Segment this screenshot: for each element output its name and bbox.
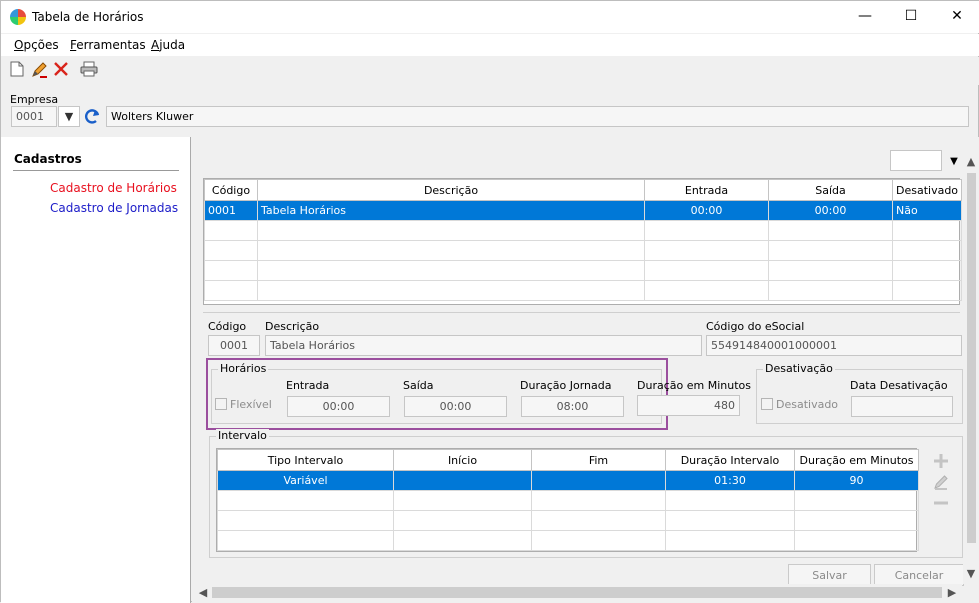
descricao-field[interactable]: Tabela Horários: [265, 335, 702, 356]
new-document-icon[interactable]: [7, 61, 27, 81]
table-cell: 01:30: [665, 470, 795, 491]
scrollbar-thumb[interactable]: [212, 587, 942, 598]
horarios-table: Código Descrição Entrada Saída Desativad…: [203, 178, 962, 305]
entrada-label: Entrada: [286, 379, 330, 392]
duracao-minutos-field[interactable]: 480: [637, 395, 740, 416]
horarios-group-title: Horários: [218, 362, 269, 375]
flexivel-checkbox[interactable]: [215, 398, 227, 410]
esocial-label: Código do eSocial: [706, 320, 805, 333]
add-plus-icon[interactable]: [933, 453, 949, 469]
cancelar-button[interactable]: Cancelar: [874, 564, 964, 586]
descricao-label: Descrição: [265, 320, 320, 333]
column-header[interactable]: Início: [393, 449, 532, 471]
scroll-left-icon[interactable]: ◀: [195, 584, 211, 600]
main-panel: ▼ Código Descrição Entrada Saída Desativ…: [192, 137, 979, 603]
pencil-icon[interactable]: [29, 61, 49, 81]
empresa-dropdown-chevron-icon[interactable]: ▼: [58, 106, 80, 127]
printer-icon[interactable]: [79, 61, 99, 81]
table-cell: 0001: [204, 200, 258, 221]
duracao-jornada-label: Duração Jornada: [520, 379, 612, 392]
edit-pencil-icon[interactable]: [933, 474, 949, 490]
duracao-jornada-field[interactable]: 08:00: [521, 396, 624, 417]
app-icon: [10, 9, 26, 25]
table-row[interactable]: Variável 01:30 90: [217, 470, 919, 491]
table-row[interactable]: [217, 530, 919, 551]
menu-bar: Opções Ferramentas Ajuda: [1, 34, 979, 56]
entrada-field[interactable]: 00:00: [287, 396, 390, 417]
desativacao-group-title: Desativação: [763, 362, 835, 375]
maximize-button[interactable]: ☐: [888, 1, 934, 31]
table-row[interactable]: [217, 510, 919, 531]
data-desativacao-label: Data Desativação: [850, 379, 948, 392]
table-cell: [531, 470, 666, 491]
empresa-label: Empresa: [10, 93, 59, 106]
vertical-scrollbar-thumb[interactable]: [967, 173, 976, 543]
scroll-up-icon[interactable]: ▲: [963, 153, 979, 169]
sidebar-divider: [13, 170, 179, 171]
sidebar-header: Cadastros: [14, 152, 82, 166]
saida-field[interactable]: 00:00: [404, 396, 507, 417]
column-header[interactable]: Entrada: [644, 179, 769, 201]
sidebar-item-cadastro-horarios[interactable]: Cadastro de Horários: [50, 181, 177, 195]
column-header[interactable]: Código: [204, 179, 258, 201]
filter-chevron-down-icon[interactable]: ▼: [944, 151, 964, 171]
sidebar: Cadastros Cadastro de Horários Cadastro …: [1, 137, 191, 603]
column-header[interactable]: Duração Intervalo: [665, 449, 795, 471]
column-header[interactable]: Duração em Minutos: [794, 449, 919, 471]
title-bar: Tabela de Horários — ☐ ✕: [1, 1, 979, 33]
column-header[interactable]: Tipo Intervalo: [217, 449, 394, 471]
column-header[interactable]: Desativado: [892, 179, 962, 201]
table-row[interactable]: [217, 490, 919, 511]
column-header[interactable]: Saída: [768, 179, 893, 201]
salvar-button[interactable]: Salvar: [788, 564, 871, 586]
table-row[interactable]: [204, 240, 962, 261]
table-cell: Não: [892, 200, 962, 221]
table-cell: Variável: [217, 470, 394, 491]
duracao-minutos-label: Duração em Minutos: [637, 379, 751, 392]
table-cell: Tabela Horários: [257, 200, 645, 221]
table-cell: 00:00: [644, 200, 769, 221]
table-row[interactable]: [204, 260, 962, 281]
intervalo-group-title: Intervalo: [216, 429, 269, 442]
data-desativacao-field[interactable]: [851, 396, 953, 417]
remove-minus-icon[interactable]: [933, 495, 949, 511]
table-row[interactable]: 0001 Tabela Horários 00:00 00:00 Não: [204, 200, 962, 221]
menu-ajuda[interactable]: Ajuda: [151, 38, 185, 52]
intervalo-table: Tipo Intervalo Início Fim Duração Interv…: [216, 448, 919, 552]
esocial-field[interactable]: 554914840001000001: [706, 335, 962, 356]
delete-x-icon[interactable]: [51, 61, 71, 81]
menu-opcoes[interactable]: Opções: [14, 38, 59, 52]
menu-ferramentas[interactable]: Ferramentas: [70, 38, 146, 52]
flexivel-label: Flexível: [230, 398, 272, 411]
minimize-button[interactable]: —: [842, 1, 888, 31]
table-cell: [393, 470, 532, 491]
desativado-checkbox[interactable]: [761, 398, 773, 410]
table-cell: 00:00: [768, 200, 893, 221]
codigo-field[interactable]: 0001: [208, 335, 260, 356]
scroll-down-icon[interactable]: ▼: [963, 565, 979, 581]
filter-field[interactable]: [890, 150, 942, 171]
horizontal-scrollbar[interactable]: ◀ ▶: [193, 584, 962, 601]
empresa-name-field: Wolters Kluwer: [106, 106, 969, 127]
column-header[interactable]: Fim: [531, 449, 666, 471]
desativado-label: Desativado: [776, 398, 839, 411]
table-row[interactable]: [204, 280, 962, 301]
scroll-right-icon[interactable]: ▶: [944, 584, 960, 600]
empresa-code-field[interactable]: 0001: [11, 106, 57, 127]
saida-label: Saída: [403, 379, 434, 392]
window-title: Tabela de Horários: [32, 10, 144, 24]
codigo-label: Código: [208, 320, 247, 333]
separator: [203, 312, 960, 313]
close-button[interactable]: ✕: [934, 1, 979, 31]
table-row[interactable]: [204, 220, 962, 241]
column-header[interactable]: Descrição: [257, 179, 645, 201]
toolbar: [1, 57, 979, 85]
application-window: Tabela de Horários — ☐ ✕ Opções Ferramen…: [0, 0, 979, 603]
vertical-scrollbar[interactable]: ▲ ▼: [963, 137, 979, 584]
sidebar-item-cadastro-jornadas[interactable]: Cadastro de Jornadas: [50, 201, 178, 215]
refresh-icon[interactable]: [83, 107, 103, 127]
table-cell: 90: [794, 470, 919, 491]
